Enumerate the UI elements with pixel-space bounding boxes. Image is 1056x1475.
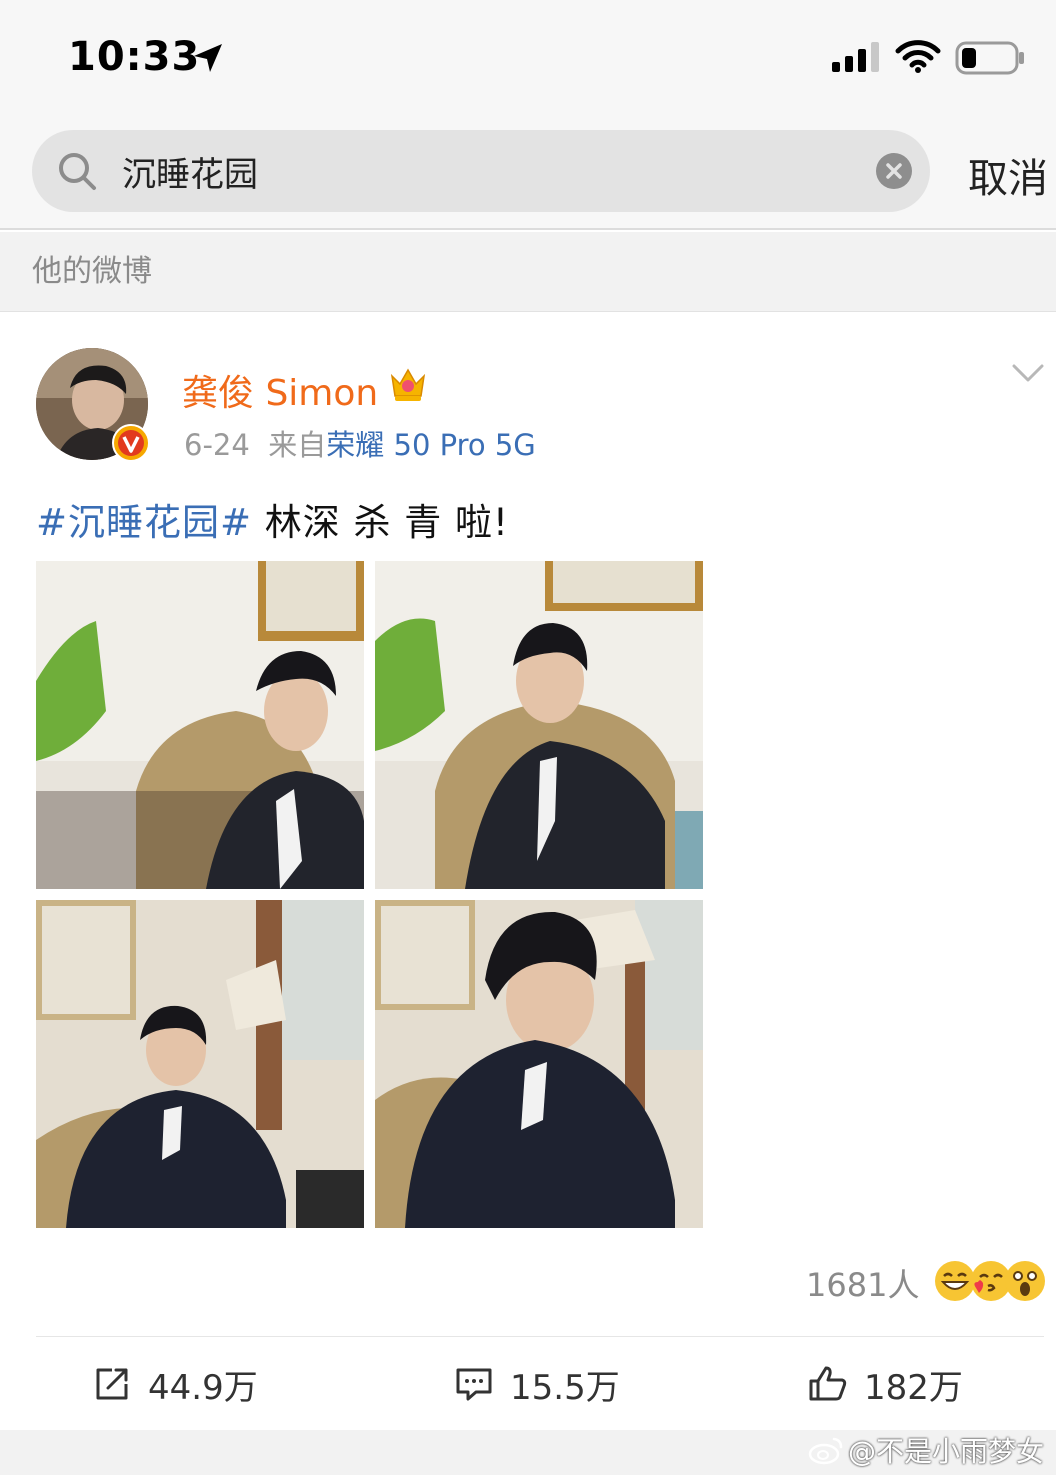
cellular-signal-icon	[832, 42, 879, 72]
post-device-link[interactable]: 荣耀 50 Pro 5G	[326, 428, 536, 462]
repost-button[interactable]: 44.9万	[92, 1360, 258, 1408]
search-box[interactable]	[32, 130, 930, 212]
repost-count: 44.9万	[148, 1367, 258, 1408]
post-date: 6-24	[184, 428, 250, 462]
search-bar-area: 取消	[0, 110, 1056, 230]
section-header: 他的微博	[0, 232, 1056, 312]
comment-icon	[456, 1368, 492, 1401]
repost-icon	[96, 1368, 128, 1400]
cancel-button[interactable]: 取消	[968, 146, 1048, 204]
status-bar: 10:33	[0, 0, 1056, 110]
actions-divider	[36, 1336, 1044, 1337]
like-button[interactable]: 182万	[808, 1360, 963, 1408]
watermark-text: @不是小雨梦女	[848, 1435, 1045, 1468]
battery-icon	[955, 41, 1024, 75]
comment-button[interactable]: 15.5万	[454, 1360, 620, 1408]
weibo-logo-icon	[808, 1437, 843, 1465]
verified-badge-icon	[112, 424, 150, 462]
post-source-prefix: 来自	[268, 428, 327, 462]
search-icon	[59, 153, 96, 190]
post-meta: 6-24 来自荣耀 50 Pro 5G	[184, 422, 536, 464]
post-text: #沉睡花园# 林深 杀 青 啦!	[36, 492, 509, 546]
wifi-icon	[895, 40, 941, 73]
like-count: 182万	[864, 1367, 963, 1408]
comment-count: 15.5万	[510, 1367, 620, 1408]
post-photo-4[interactable]	[375, 900, 703, 1228]
thumbs-up-icon	[809, 1366, 847, 1401]
post-hashtag-link[interactable]: #沉睡花园#	[36, 501, 252, 544]
status-time: 10:33	[68, 34, 201, 80]
chevron-down-icon[interactable]	[1010, 360, 1046, 388]
reaction-count[interactable]: 1681人	[806, 1260, 919, 1306]
crown-membership-icon	[390, 368, 426, 401]
surprised-emoji-icon	[1005, 1261, 1045, 1301]
clear-search-icon[interactable]	[876, 153, 912, 189]
post-body-text: 林深 杀 青 啦!	[252, 501, 509, 544]
post-photo-3[interactable]	[36, 900, 364, 1228]
section-label: 他的微博	[32, 254, 152, 289]
watermark: @不是小雨梦女	[808, 1430, 1044, 1470]
post-photo-2[interactable]	[375, 561, 703, 889]
search-input[interactable]	[122, 148, 842, 194]
post-username[interactable]: 龚俊 Simon	[182, 364, 378, 416]
post-photo-1[interactable]	[36, 561, 364, 889]
location-arrow-icon	[194, 44, 222, 72]
